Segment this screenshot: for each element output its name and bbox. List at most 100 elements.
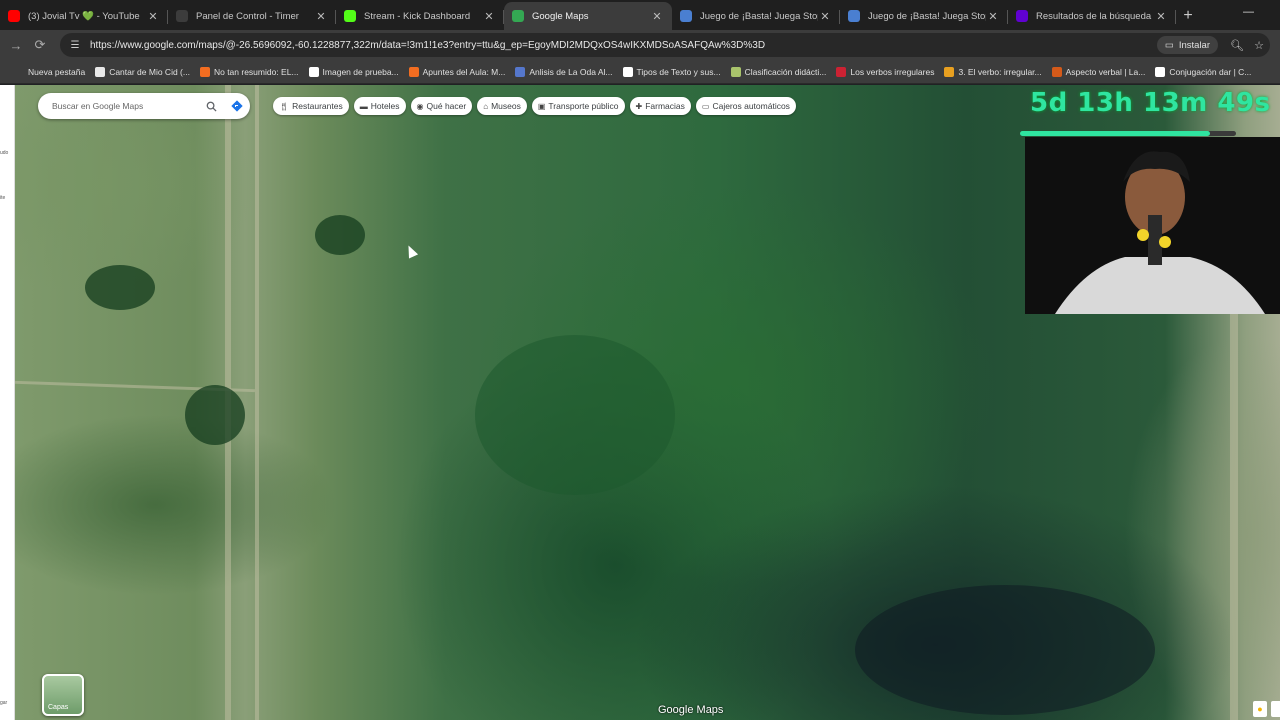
layers-button[interactable]: Capas bbox=[42, 674, 84, 716]
kick-icon bbox=[344, 10, 356, 22]
bookmark-label: Clasificación didácti... bbox=[744, 66, 827, 77]
browser-tab[interactable]: (3) Jovial Tv 💚 - YouTube ✕ bbox=[0, 2, 168, 30]
category-chip[interactable]: ▬ Hoteles bbox=[353, 97, 406, 115]
tab-strip: (3) Jovial Tv 💚 - YouTube ✕ Panel de Contr… bbox=[0, 0, 1280, 30]
tab-close-icon[interactable]: ✕ bbox=[1154, 10, 1168, 23]
install-icon: ▭ bbox=[1164, 39, 1174, 51]
bookmark-favicon-icon bbox=[515, 66, 526, 77]
bookmark-favicon-icon bbox=[944, 66, 955, 77]
globe-icon bbox=[680, 10, 692, 22]
install-button[interactable]: ▭ Instalar bbox=[1156, 36, 1218, 54]
category-chip[interactable]: 🍴︎ Restaurantes bbox=[273, 97, 349, 115]
bookmark-item[interactable]: Apuntes del Aula: M... bbox=[408, 66, 506, 77]
tab-close-icon[interactable]: ✕ bbox=[482, 10, 496, 23]
tree-cluster bbox=[85, 265, 155, 310]
webcam-overlay bbox=[1025, 137, 1280, 314]
browser-tab[interactable]: Panel de Control - Timer ✕ bbox=[168, 2, 336, 30]
browser-tab[interactable]: Google Maps ✕ bbox=[504, 2, 672, 30]
mouse-cursor-icon bbox=[403, 243, 419, 259]
bed-icon: ▬ bbox=[359, 101, 368, 111]
category-chip[interactable]: ◉ Qué hacer bbox=[410, 97, 473, 115]
url-text[interactable]: https://www.google.com/maps/@-26.5696092… bbox=[90, 40, 1157, 51]
tab-close-icon[interactable]: ✕ bbox=[818, 10, 832, 23]
minimize-icon[interactable]: — bbox=[1243, 6, 1254, 18]
bookmark-item[interactable]: No tan resumido: EL... bbox=[199, 66, 299, 77]
bookmark-label: Conjugación dar | C... bbox=[1169, 66, 1252, 77]
bookmark-item[interactable]: Tipos de Texto y sus... bbox=[622, 66, 721, 77]
museum-icon: ⌂ bbox=[483, 101, 489, 111]
bookmark-item[interactable]: 3. El verbo: irregular... bbox=[944, 66, 1042, 77]
bookmark-label: Tipos de Texto y sus... bbox=[636, 66, 721, 77]
search-box[interactable] bbox=[38, 93, 250, 119]
fork-knife-icon: 🍴︎ bbox=[279, 101, 290, 111]
rail-text: gar bbox=[0, 700, 8, 706]
bookmark-favicon-icon bbox=[199, 66, 210, 77]
bookmark-favicon-icon bbox=[836, 66, 847, 77]
category-chip[interactable]: ▣ Transporte público bbox=[531, 97, 625, 115]
category-chip[interactable]: ⌂ Museos bbox=[477, 97, 527, 115]
bookmark-item[interactable]: Nueva pestaña bbox=[28, 67, 85, 77]
browser-toolbar: → ⟳ ☰ https://www.google.com/maps/@-26.5… bbox=[0, 30, 1280, 60]
tree-cluster bbox=[315, 215, 365, 255]
bookmark-item[interactable]: Los verbos irregulares bbox=[836, 66, 935, 77]
tab-close-icon[interactable]: ✕ bbox=[146, 10, 160, 23]
camera-icon: ◉ bbox=[416, 101, 424, 111]
rail-text: ite bbox=[0, 195, 6, 201]
new-tab-button[interactable]: + bbox=[1176, 2, 1200, 30]
tree-cluster bbox=[855, 585, 1155, 715]
tab-close-icon[interactable]: ✕ bbox=[650, 10, 664, 23]
bookmark-item[interactable]: Anlisis de La Oda Al... bbox=[515, 66, 613, 77]
chip-label: Hoteles bbox=[370, 101, 400, 111]
browser-tab[interactable]: Juego de ¡Basta! Juega Stop, Tu✕ bbox=[840, 2, 1008, 30]
rail-text: udo bbox=[0, 150, 9, 156]
bookmark-item[interactable]: Conjugación dar | C... bbox=[1155, 66, 1252, 77]
timer-progress-bar bbox=[1020, 131, 1236, 136]
layers-label: Capas bbox=[48, 704, 69, 711]
globe-icon bbox=[848, 10, 860, 22]
site-info-icon[interactable]: ☰ bbox=[68, 38, 82, 52]
bookmark-label: Apuntes del Aula: M... bbox=[422, 66, 506, 77]
tab-close-icon[interactable]: ✕ bbox=[314, 10, 328, 23]
directions-icon[interactable] bbox=[224, 93, 250, 119]
bookmark-label: Nueva pestaña bbox=[28, 66, 86, 77]
streamer-silhouette bbox=[1025, 137, 1280, 314]
bookmark-item[interactable]: Clasificación didácti... bbox=[730, 66, 827, 77]
search-icon[interactable] bbox=[198, 93, 224, 119]
forward-icon[interactable]: → bbox=[4, 38, 28, 53]
reload-icon[interactable]: ⟳ bbox=[28, 37, 52, 53]
bookmark-favicon-icon bbox=[730, 66, 741, 77]
pharmacy-icon: ✚ bbox=[635, 101, 643, 111]
bookmark-item[interactable]: Imagen de prueba... bbox=[308, 66, 399, 77]
category-chip[interactable]: ✚ Farmacias bbox=[629, 97, 691, 115]
bookmark-label: Los verbos irregulares bbox=[850, 66, 935, 77]
bookmark-star-icon[interactable]: ☆ bbox=[1248, 39, 1270, 52]
install-label: Instalar bbox=[1178, 39, 1210, 51]
bookmark-item[interactable]: Cantar de Mio Cid (... bbox=[95, 66, 190, 77]
category-chips: 🍴︎ Restaurantes ▬ Hoteles ◉ Qué hacer ⌂ Museos ▣… bbox=[273, 97, 796, 115]
search-input[interactable] bbox=[52, 101, 198, 111]
category-chip[interactable]: ▭ Cajeros automáticos bbox=[695, 97, 796, 115]
browser-tab[interactable]: Juego de ¡Basta! Juega Stop, Tu✕ bbox=[672, 2, 840, 30]
atm-icon: ▭ bbox=[701, 101, 710, 111]
yahoo-icon bbox=[1016, 10, 1028, 22]
google-maps-logo: Google Maps bbox=[658, 704, 724, 716]
bookmark-item[interactable]: Aspecto verbal | La... bbox=[1051, 66, 1146, 77]
left-rail: udo ite gar bbox=[0, 85, 15, 720]
browser-tab[interactable]: Stream - Kick Dashboard ✕ bbox=[336, 2, 504, 30]
fullscreen-button[interactable] bbox=[1271, 701, 1280, 717]
bookmark-label: Aspecto verbal | La... bbox=[1065, 66, 1146, 77]
tab-close-icon[interactable]: ✕ bbox=[986, 10, 1000, 23]
bookmark-label: No tan resumido: EL... bbox=[213, 66, 299, 77]
bookmark-label: Imagen de prueba... bbox=[322, 66, 399, 77]
zoom-icon[interactable]: 🔍︎ bbox=[1226, 39, 1248, 52]
chip-label: Restaurantes bbox=[292, 101, 343, 111]
bookmark-label: Anlisis de La Oda Al... bbox=[529, 66, 613, 77]
tab-label: Google Maps bbox=[532, 10, 589, 22]
browser-tab[interactable]: Resultados de la búsqueda de ✕ bbox=[1008, 2, 1176, 30]
chip-label: Qué hacer bbox=[426, 101, 467, 111]
bookmark-favicon-icon bbox=[95, 66, 106, 77]
address-bar[interactable]: ☰ https://www.google.com/maps/@-26.56960… bbox=[60, 33, 1270, 57]
chip-label: Transporte público bbox=[548, 101, 619, 111]
tab-label: Panel de Control - Timer bbox=[196, 10, 299, 22]
pegman-icon[interactable]: ● bbox=[1253, 701, 1267, 717]
